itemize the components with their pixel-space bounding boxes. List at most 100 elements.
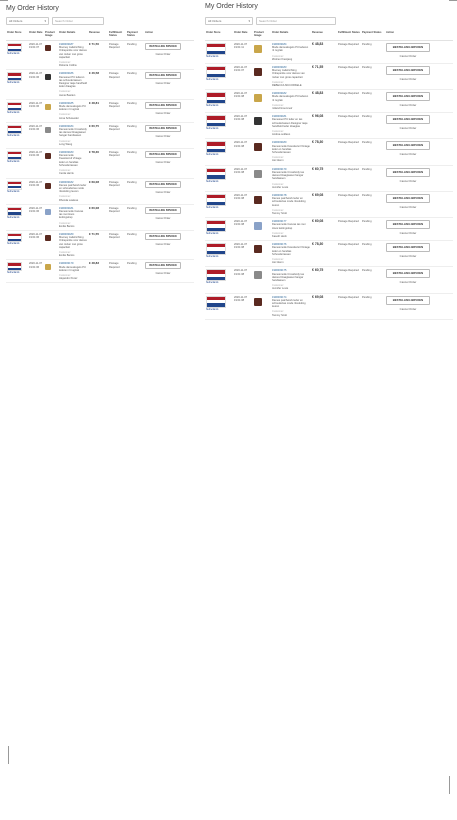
order-details-cell: 1900003176 Damesmode Kwestiezuil Vintage … xyxy=(271,240,311,268)
order-button[interactable]: BESTELLING BRVOEN xyxy=(145,43,181,50)
cancel-order-link[interactable]: Cancel Order xyxy=(386,254,430,258)
order-button[interactable]: BESTELLING BRVOEN xyxy=(145,101,181,109)
order-button[interactable]: BESTELLING BRVOEN xyxy=(386,115,430,125)
fulfillment-status: Postage Required xyxy=(108,99,126,123)
order-button[interactable]: BESTELLING BRVOEN xyxy=(386,220,430,230)
cancel-order-link[interactable]: Cancel Order xyxy=(145,272,181,275)
order-details-cell: 1900003180 Mooney zadelrichting Onbeperkt… xyxy=(58,230,88,261)
order-date-cell: 2020-11-07 19:01:08 xyxy=(233,240,253,268)
product-thumbnail xyxy=(45,74,51,81)
cancel-order-link[interactable]: Cancel Order xyxy=(386,153,430,156)
order-button[interactable]: BESTELLING BRVOEN xyxy=(386,167,430,177)
product-description: Damesmode Crossbody tas dames Draagtasse… xyxy=(272,170,305,181)
order-button[interactable]: BESTELLING BRVOEN xyxy=(145,72,181,80)
product-image-cell xyxy=(253,191,271,219)
cancel-order-link[interactable]: Cancel Order xyxy=(386,307,430,311)
fulfillment-status: Postage Required xyxy=(337,89,361,114)
product-thumbnail xyxy=(254,45,262,53)
order-store-cell: Netherlands xyxy=(6,148,28,179)
customer-name: Tammy Scott xyxy=(272,211,287,215)
cancel-order-link[interactable]: Cancel Order xyxy=(386,77,430,81)
fulfillment-status: Postage Required xyxy=(108,148,126,179)
order-button[interactable]: BESTELLING BRVOEN xyxy=(145,206,181,214)
product-image-cell xyxy=(44,69,58,100)
order-button[interactable]: BESTELLING BRVOEN xyxy=(145,232,181,240)
cancel-order-link[interactable]: Cancel Order xyxy=(386,179,430,183)
search-input[interactable]: Search Order xyxy=(52,17,104,25)
cancel-order-link[interactable]: Cancel Order xyxy=(145,82,181,85)
order-button[interactable]: BESTELLING BRVOEN xyxy=(386,43,430,52)
order-button[interactable]: BESTELLING BRVOEN xyxy=(386,66,430,76)
cancel-order-link[interactable]: Cancel Order xyxy=(145,243,181,246)
cancel-order-link[interactable]: Cancel Order xyxy=(145,112,181,115)
order-date-cell: 2020-11-07 19:01:08 xyxy=(233,266,253,294)
divider xyxy=(0,0,8,1)
store-country: Netherlands xyxy=(206,128,219,131)
product-thumbnail xyxy=(254,169,262,178)
action-cell: BESTELLING BRVOEN Cancel Order xyxy=(144,69,194,100)
order-button[interactable]: BESTELLING BRVOEN xyxy=(386,295,430,305)
netherlands-flag-icon xyxy=(206,167,226,180)
cancel-order-link[interactable]: Cancel Order xyxy=(386,231,430,235)
order-store-cell: Netherlands xyxy=(205,240,233,268)
order-button[interactable]: BESTELLING BRVOEN xyxy=(386,269,430,279)
order-store-cell: Netherlands xyxy=(205,165,233,192)
cancel-order-link[interactable]: Cancel Order xyxy=(386,104,430,107)
cancel-order-link[interactable]: Cancel Order xyxy=(386,54,430,58)
page-title: My Order History xyxy=(6,5,59,12)
chevron-down-icon: ▾ xyxy=(248,19,250,23)
order-button[interactable]: BESTELLING BRVOEN xyxy=(386,141,430,151)
revenue-cell: € 46,58 xyxy=(88,69,108,100)
product-thumbnail xyxy=(254,94,262,103)
netherlands-flag-icon xyxy=(206,269,226,282)
cancel-order-link[interactable]: Cancel Order xyxy=(145,135,181,138)
order-filter-select[interactable]: All Orders ▾ xyxy=(6,17,49,25)
netherlands-flag-icon xyxy=(206,220,226,233)
order-date-cell: 2020-11-07 19:01:11 xyxy=(233,40,253,65)
order-details-cell: 1900003185 Mode dameskogels PU lederen ri… xyxy=(58,99,88,123)
cancel-order-link[interactable]: Cancel Order xyxy=(145,217,181,220)
order-button[interactable]: BESTELLING BRVOEN xyxy=(145,151,181,159)
netherlands-flag-icon xyxy=(7,180,22,190)
fulfillment-status: Postage Required xyxy=(108,178,126,205)
product-description: Damesmode Crossbody tas dames Draagtasse… xyxy=(272,272,305,282)
product-description: Damesmode Kwestiezuil Vintage leder en h… xyxy=(272,144,310,155)
order-button[interactable]: BESTELLING BRVOEN xyxy=(145,124,181,132)
fulfillment-status: Postage Required xyxy=(108,40,126,71)
cancel-order-link[interactable]: Cancel Order xyxy=(145,161,181,164)
order-button[interactable]: BESTELLING BRVOEN xyxy=(145,262,181,270)
payment-status: Pending xyxy=(361,40,385,65)
cancel-order-link[interactable]: Cancel Order xyxy=(386,205,430,209)
order-details-cell: 1900003177 Damesmode Canvas tas met Hoos … xyxy=(271,217,311,242)
payment-status: Pending xyxy=(361,89,385,114)
order-button[interactable]: BESTELLING BRVOEN xyxy=(145,180,181,188)
order-store-cell: Netherlands xyxy=(6,99,28,123)
netherlands-flag-icon xyxy=(7,232,22,242)
order-button[interactable]: BESTELLING BRVOEN xyxy=(386,92,430,102)
divider xyxy=(449,0,457,1)
action-cell: BESTELLING BRVOEN Cancel Order xyxy=(385,112,453,140)
customer-name: rolland linsenmeir xyxy=(272,107,293,111)
cancel-order-link[interactable]: Cancel Order xyxy=(386,127,430,130)
product-thumbnail xyxy=(45,45,51,51)
search-input[interactable]: Search Order xyxy=(256,17,336,25)
order-store-cell: Netherlands xyxy=(205,89,233,114)
revenue-cell: € 48,83 xyxy=(311,89,337,114)
payment-status: Pending xyxy=(126,259,144,284)
action-cell: BESTELLING BRVOEN Cancel Order xyxy=(385,217,453,242)
fulfillment-status: Postage Required xyxy=(108,259,126,284)
action-cell: BESTELLING BRVOEN Cancel Order xyxy=(144,204,194,231)
netherlands-flag-icon xyxy=(7,72,22,82)
cancel-order-link[interactable]: Cancel Order xyxy=(386,281,430,284)
order-store-cell: Netherlands xyxy=(205,63,233,91)
cancel-order-link[interactable]: Cancel Order xyxy=(145,53,181,56)
order-button[interactable]: BESTELLING BRVOEN xyxy=(386,243,430,253)
cancel-order-link[interactable]: Cancel Order xyxy=(145,191,181,194)
revenue-cell: € 48,83 xyxy=(88,259,108,284)
product-thumbnail xyxy=(254,222,262,231)
netherlands-flag-icon xyxy=(7,43,22,52)
orders-table-body: Netherlands 2020-11-07 19:01:11 1900003184… xyxy=(205,40,453,320)
order-button[interactable]: BESTELLING BRVOEN xyxy=(386,193,430,203)
fulfillment-status: Postage Required xyxy=(108,204,126,231)
order-filter-select[interactable]: All Orders ▾ xyxy=(205,17,253,25)
